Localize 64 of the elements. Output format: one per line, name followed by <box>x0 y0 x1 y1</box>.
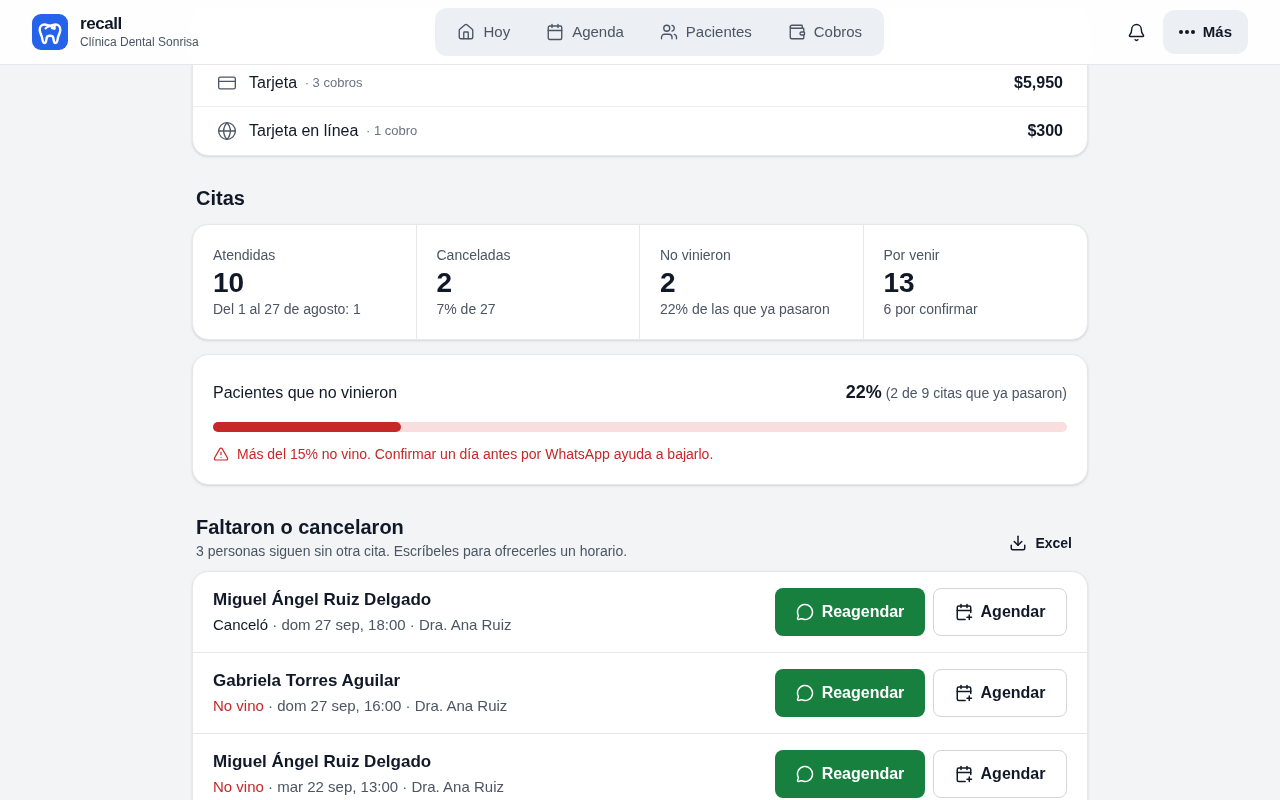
payment-amount: $5,950 <box>1014 72 1063 93</box>
schedule-button[interactable]: Agendar <box>933 669 1067 717</box>
card-title: Pacientes que no vinieron <box>213 382 398 403</box>
nav-tab[interactable]: Hoy <box>441 13 527 51</box>
appointment-status: No vino <box>213 696 264 716</box>
no-show-detail: (2 de 9 citas que ya pasaron) <box>885 384 1067 403</box>
section-heading: Citas <box>195 186 246 211</box>
reschedule-button[interactable]: Reagendar <box>775 750 925 798</box>
stat-note: 7% de 27 <box>436 300 497 319</box>
patient-name: Miguel Ángel Ruiz Delgado <box>213 751 433 773</box>
section-heading: Faltaron o cancelaron <box>196 515 405 540</box>
globe-icon <box>217 121 237 141</box>
payment-count: · 3 cobros <box>303 73 363 92</box>
section-subtitle: 3 personas siguen sin otra cita. Escríbeles para ofrecerles un horario. <box>196 542 628 561</box>
clinic-name: Clínica Dental Sonrisa <box>80 34 199 50</box>
chat-bubble-icon <box>795 684 814 702</box>
calendar-plus-icon <box>954 684 973 702</box>
reschedule-button[interactable]: Reagendar <box>775 588 925 636</box>
ellipsis-icon <box>1178 30 1195 34</box>
stat-note: 22% de las que ya pasaron <box>660 300 831 319</box>
calendar-icon <box>546 23 565 41</box>
stat-label: No vinieron <box>660 246 732 265</box>
payment-method: Tarjeta en línea <box>249 121 359 141</box>
tooth-logo-icon <box>32 14 68 50</box>
schedule-button[interactable]: Agendar <box>933 588 1067 636</box>
nav-tab[interactable]: Cobros <box>771 13 879 51</box>
appointment-details: · dom 27 sep, 18:00 · Dra. Ana Ruiz <box>271 615 512 635</box>
patient-name: Gabriela Torres Aguilar <box>213 670 402 692</box>
appointment-details: · mar 22 sep, 13:00 · Dra. Ana Ruiz <box>267 777 504 797</box>
stat-label: Canceladas <box>436 246 512 265</box>
nav-tab[interactable]: Agenda <box>530 13 640 51</box>
payment-count: · 1 cobro <box>365 122 418 141</box>
stat-value: 10 <box>213 267 246 299</box>
payment-amount: $300 <box>1027 121 1063 141</box>
people-icon <box>659 23 678 41</box>
appointment-details: · dom 27 sep, 16:00 · Dra. Ana Ruiz <box>267 696 508 716</box>
calendar-plus-icon <box>954 765 973 783</box>
appointment-status: No vino <box>213 777 264 797</box>
calendar-plus-icon <box>954 603 973 621</box>
bell-icon <box>1127 22 1147 42</box>
no-show-percent: 22% <box>845 381 882 404</box>
brand-name: recall <box>80 14 123 34</box>
download-icon <box>1009 534 1028 552</box>
stat-value: 2 <box>436 267 454 299</box>
nav-tab[interactable]: Pacientes <box>643 13 768 51</box>
more-button[interactable]: Más <box>1162 10 1248 54</box>
schedule-button[interactable]: Agendar <box>933 750 1067 798</box>
stat-label: Atendidas <box>213 246 277 265</box>
house-icon <box>457 23 476 41</box>
excel-export-button[interactable]: Excel <box>997 528 1084 558</box>
stat-value: 2 <box>660 267 677 299</box>
stat-label: Por venir <box>883 246 941 265</box>
chat-bubble-icon <box>795 765 814 783</box>
warning-text: Más del 15% no vino. Confirmar un día antes por WhatsApp ayuda a bajarlo. <box>237 445 714 464</box>
payment-method: Tarjeta <box>249 72 298 93</box>
warning-icon <box>213 446 229 462</box>
stat-value: 13 <box>883 267 916 299</box>
wallet-icon <box>787 23 806 41</box>
patient-name: Miguel Ángel Ruiz Delgado <box>213 589 433 611</box>
appointment-status: Canceló <box>213 615 269 635</box>
stat-note: Del 1 al 27 de agosto: 1 <box>213 300 362 319</box>
reschedule-button[interactable]: Reagendar <box>775 669 925 717</box>
chat-bubble-icon <box>795 603 814 621</box>
stat-note: 6 por confirmar <box>883 300 979 319</box>
